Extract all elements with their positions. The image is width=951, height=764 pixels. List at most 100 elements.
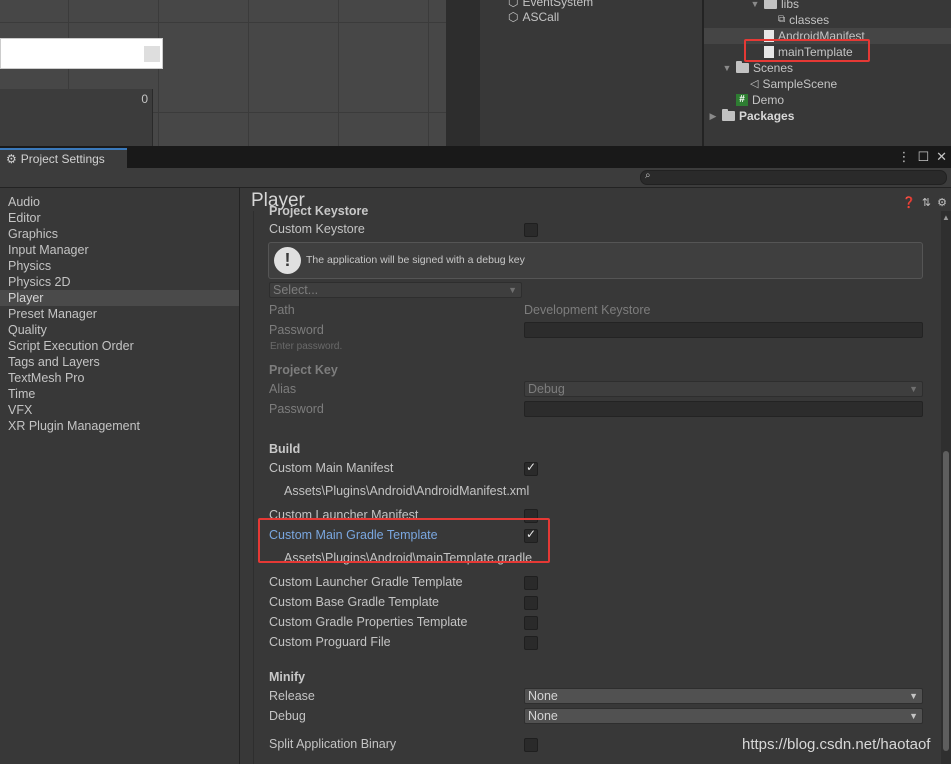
tree-item-label: SampleScene bbox=[762, 77, 838, 91]
alias-dropdown[interactable]: Debug ▼ bbox=[524, 381, 923, 397]
settings-main: Player ❓ ⇅ ⚙ Project Keystore Custom Key… bbox=[241, 188, 951, 764]
section-project-keystore: Project Keystore bbox=[269, 204, 369, 218]
hierarchy-panel: ⬡ EventSystem ⬡ ASCall bbox=[480, 0, 702, 146]
chevron-down-icon: ▼ bbox=[909, 384, 918, 394]
highlight-box bbox=[744, 39, 870, 62]
search-input[interactable]: ⌕ bbox=[640, 170, 947, 185]
gameobject-icon: ⬡ bbox=[508, 10, 519, 24]
tree-item-libs[interactable]: ▼ libs bbox=[750, 0, 799, 12]
key-password-field[interactable] bbox=[524, 401, 923, 417]
custom-gradle-props-label: Custom Gradle Properties Template bbox=[269, 615, 468, 629]
folder-icon bbox=[736, 61, 749, 73]
sidebar-item-textmesh-pro[interactable]: TextMesh Pro bbox=[0, 370, 239, 386]
manifest-path: Assets\Plugins\Android\AndroidManifest.x… bbox=[284, 484, 530, 498]
watermark: https://blog.csdn.net/haotaof bbox=[742, 736, 931, 753]
custom-keystore-label: Custom Keystore bbox=[269, 222, 365, 236]
key-password-label: Password bbox=[269, 402, 324, 416]
sidebar-item-graphics[interactable]: Graphics bbox=[0, 226, 239, 242]
more-options-icon[interactable]: ⋮ bbox=[897, 149, 910, 165]
window-tabbar: ⚙ Project Settings ⋮ ☐ ✕ bbox=[0, 146, 951, 168]
sidebar-item-physics-2d[interactable]: Physics 2D bbox=[0, 274, 239, 290]
custom-main-manifest-label: Custom Main Manifest bbox=[269, 461, 394, 475]
sidebar-item-editor[interactable]: Editor bbox=[0, 210, 239, 226]
custom-keystore-checkbox[interactable] bbox=[524, 223, 538, 237]
maximize-icon[interactable]: ☐ bbox=[917, 149, 929, 165]
chevron-down-icon: ▼ bbox=[508, 285, 517, 295]
release-label: Release bbox=[269, 689, 315, 703]
custom-launcher-gradle-label: Custom Launcher Gradle Template bbox=[269, 575, 463, 589]
dropdown-value: None bbox=[528, 709, 558, 723]
chevron-down-icon: ▼ bbox=[909, 711, 918, 721]
collapse-arrow-icon[interactable]: ▶ bbox=[708, 108, 718, 124]
scroll-thumb[interactable] bbox=[943, 451, 949, 751]
panel-divider bbox=[446, 0, 480, 146]
custom-launcher-gradle-checkbox[interactable] bbox=[524, 576, 538, 590]
sidebar-item-script-execution-order[interactable]: Script Execution Order bbox=[0, 338, 239, 354]
sidebar-item-tags-and-layers[interactable]: Tags and Layers bbox=[0, 354, 239, 370]
help-icon[interactable]: ❓ bbox=[902, 196, 916, 209]
folder-icon bbox=[722, 109, 735, 121]
scene-view[interactable]: 0 bbox=[0, 0, 446, 146]
custom-base-gradle-checkbox[interactable] bbox=[524, 596, 538, 610]
scroll-up-icon[interactable]: ▲ bbox=[942, 213, 950, 222]
expand-arrow-icon[interactable]: ▼ bbox=[750, 0, 760, 12]
keystore-password-field[interactable] bbox=[524, 322, 923, 338]
sidebar-item-player[interactable]: Player bbox=[0, 290, 239, 306]
scene-value: 0 bbox=[141, 92, 148, 106]
overlay-button[interactable] bbox=[144, 46, 160, 62]
player-settings-content: Project Keystore Custom Keystore ! The a… bbox=[253, 204, 938, 764]
tree-item-scenes[interactable]: ▼ Scenes bbox=[722, 60, 793, 76]
dropdown-value: Select... bbox=[273, 283, 319, 297]
section-project-key: Project Key bbox=[269, 363, 338, 377]
path-value: Development Keystore bbox=[524, 303, 651, 317]
title-icons: ❓ ⇅ ⚙ bbox=[902, 196, 947, 209]
debug-label: Debug bbox=[269, 709, 306, 723]
chevron-down-icon: ▼ bbox=[909, 691, 918, 701]
sidebar-item-audio[interactable]: Audio bbox=[0, 194, 239, 210]
tree-item-packages[interactable]: ▶ Packages bbox=[708, 108, 794, 124]
custom-gradle-props-checkbox[interactable] bbox=[524, 616, 538, 630]
hierarchy-item-ascall[interactable]: ⬡ ASCall bbox=[508, 9, 559, 25]
settings-gear-icon[interactable]: ⚙ bbox=[937, 196, 947, 209]
tree-item-label: Packages bbox=[739, 109, 795, 123]
tab-project-settings[interactable]: ⚙ Project Settings bbox=[0, 148, 127, 168]
window-controls: ⋮ ☐ ✕ bbox=[897, 149, 947, 165]
sidebar-item-preset-manager[interactable]: Preset Manager bbox=[0, 306, 239, 322]
sidebar-item-xr-plugin-management[interactable]: XR Plugin Management bbox=[0, 418, 239, 434]
sidebar-item-quality[interactable]: Quality bbox=[0, 322, 239, 338]
debug-dropdown[interactable]: None ▼ bbox=[524, 708, 923, 724]
tree-item-label: classes bbox=[789, 13, 830, 27]
custom-proguard-checkbox[interactable] bbox=[524, 636, 538, 650]
sidebar-item-vfx[interactable]: VFX bbox=[0, 402, 239, 418]
project-panel: ▼ libs ⧉ classes AndroidManifest mainTem… bbox=[704, 0, 951, 146]
path-label: Path bbox=[269, 303, 295, 317]
release-dropdown[interactable]: None ▼ bbox=[524, 688, 923, 704]
section-build: Build bbox=[269, 442, 301, 456]
folder-icon bbox=[764, 0, 777, 9]
tree-item-label: libs bbox=[781, 0, 800, 11]
sidebar-item-physics[interactable]: Physics bbox=[0, 258, 239, 274]
section-minify: Minify bbox=[269, 670, 306, 684]
keystore-select-dropdown[interactable]: Select... ▼ bbox=[269, 282, 522, 298]
split-binary-checkbox[interactable] bbox=[524, 738, 538, 752]
expand-arrow-icon[interactable]: ▼ bbox=[722, 60, 732, 76]
custom-main-manifest-checkbox[interactable] bbox=[524, 460, 538, 476]
dropdown-value: None bbox=[528, 689, 558, 703]
tree-item-demo[interactable]: # Demo bbox=[736, 92, 784, 108]
password-label: Password bbox=[269, 323, 324, 337]
sidebar-item-input-manager[interactable]: Input Manager bbox=[0, 242, 239, 258]
csharp-script-icon: # bbox=[736, 94, 748, 106]
scene-overlay-panel bbox=[0, 38, 163, 69]
vertical-scrollbar[interactable]: ▲ bbox=[941, 211, 951, 764]
tree-item-label: Demo bbox=[752, 93, 785, 107]
hierarchy-item-label: ASCall bbox=[522, 10, 560, 24]
debug-key-message: The application will be signed with a de… bbox=[306, 254, 525, 266]
highlight-box bbox=[258, 518, 550, 563]
custom-base-gradle-label: Custom Base Gradle Template bbox=[269, 595, 439, 609]
search-icon: ⌕ bbox=[645, 170, 651, 181]
tree-item-samplescene[interactable]: ◁ SampleScene bbox=[750, 76, 837, 92]
preset-icon[interactable]: ⇅ bbox=[922, 196, 931, 209]
sidebar-item-time[interactable]: Time bbox=[0, 386, 239, 402]
tree-item-classes[interactable]: ⧉ classes bbox=[778, 12, 829, 28]
close-icon[interactable]: ✕ bbox=[936, 149, 947, 165]
